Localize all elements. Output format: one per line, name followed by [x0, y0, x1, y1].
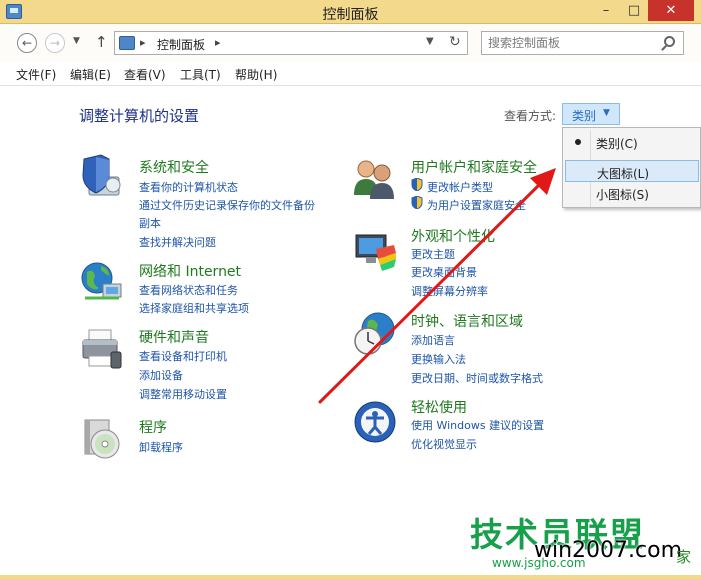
- annotation-arrow: [318, 168, 556, 404]
- watermark-tail: 家: [676, 548, 692, 566]
- view-option-small-icons[interactable]: 小图标(S): [565, 182, 699, 204]
- window-bottom-border: [0, 575, 701, 579]
- view-option-large-icons[interactable]: 大图标(L): [565, 160, 699, 182]
- view-by-dropdown-menu: 类别(C) 大图标(L) 小图标(S): [562, 127, 701, 208]
- view-option-category[interactable]: 类别(C): [565, 131, 699, 153]
- watermark-domain: win2007.com: [534, 538, 683, 563]
- selected-bullet-icon: [575, 139, 581, 145]
